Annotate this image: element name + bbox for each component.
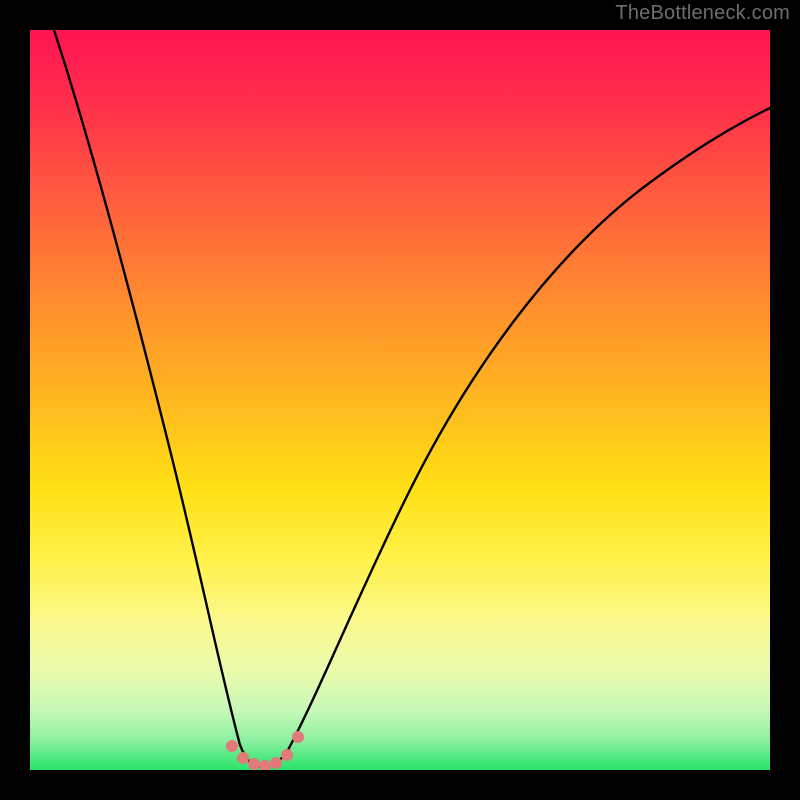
bottom-marker-cluster <box>30 30 770 770</box>
chart-frame: TheBottleneck.com <box>0 0 800 800</box>
watermark-text: TheBottleneck.com <box>615 2 790 25</box>
marker-dot <box>226 740 238 752</box>
marker-dot <box>259 760 271 770</box>
marker-dot <box>248 758 260 770</box>
marker-dot <box>237 752 249 764</box>
marker-dot <box>270 757 282 769</box>
plot-area <box>30 30 770 770</box>
marker-dot <box>292 731 304 743</box>
marker-dot <box>281 749 293 761</box>
